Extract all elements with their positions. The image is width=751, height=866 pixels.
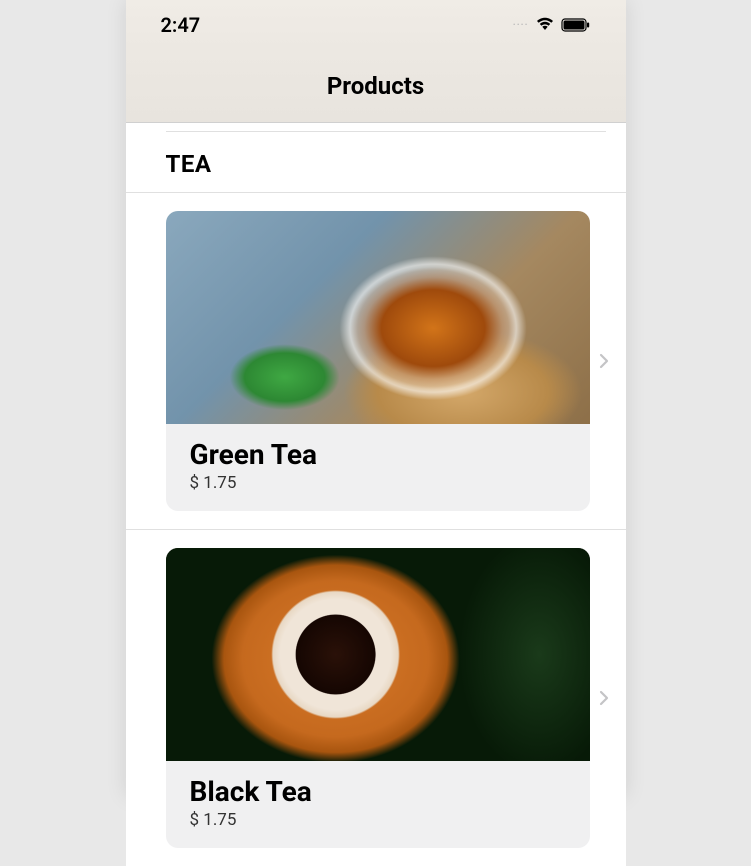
chevron-right-icon bbox=[590, 690, 618, 706]
product-card: Black Tea $ 1.75 bbox=[166, 548, 590, 848]
product-price: $ 1.75 bbox=[190, 810, 566, 830]
product-card: Green Tea $ 1.75 bbox=[166, 211, 590, 511]
chevron-right-icon bbox=[590, 353, 618, 369]
wifi-icon bbox=[535, 13, 555, 37]
product-name: Green Tea bbox=[190, 438, 566, 471]
card-body: Black Tea $ 1.75 bbox=[166, 761, 590, 848]
product-price: $ 1.75 bbox=[190, 473, 566, 493]
product-name: Black Tea bbox=[190, 775, 566, 808]
phone-frame: 2:47 ···· Products TEA Green Tea $ 1.75 bbox=[126, 0, 626, 796]
content-area[interactable]: TEA Green Tea $ 1.75 Black Tea $ 1.75 bbox=[126, 123, 626, 866]
nav-bar: Products bbox=[126, 50, 626, 123]
battery-icon bbox=[561, 13, 591, 37]
status-right: ···· bbox=[513, 13, 591, 37]
card-body: Green Tea $ 1.75 bbox=[166, 424, 590, 511]
product-row-black-tea[interactable]: Black Tea $ 1.75 bbox=[126, 529, 626, 866]
black-tea-image bbox=[166, 548, 590, 761]
section-header-tea: TEA bbox=[126, 132, 626, 192]
product-row-green-tea[interactable]: Green Tea $ 1.75 bbox=[126, 192, 626, 529]
signal-dots-icon: ···· bbox=[513, 20, 529, 31]
page-title: Products bbox=[327, 72, 424, 100]
green-tea-image bbox=[166, 211, 590, 424]
status-time: 2:47 bbox=[161, 13, 201, 37]
status-bar: 2:47 ···· bbox=[126, 0, 626, 50]
